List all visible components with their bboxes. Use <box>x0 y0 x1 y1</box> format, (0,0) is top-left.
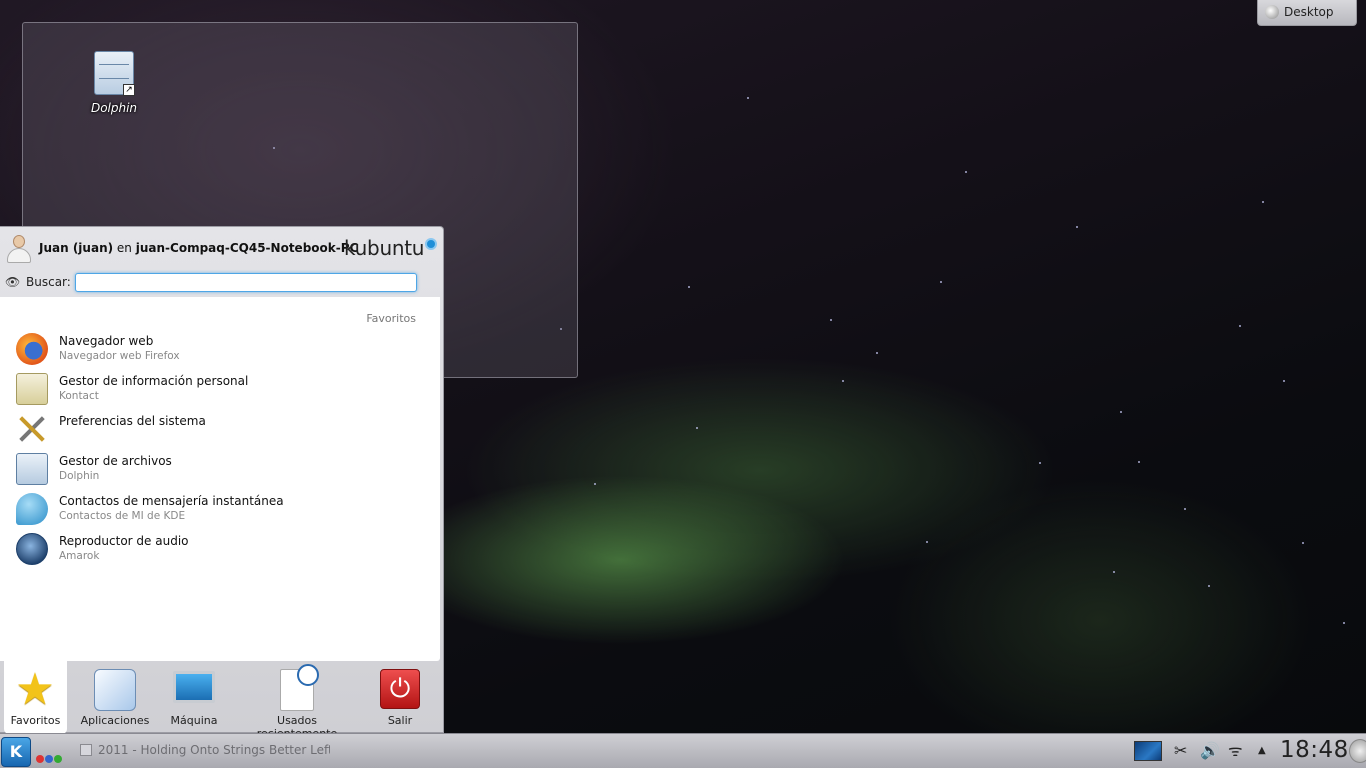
kontact-icon <box>16 373 48 405</box>
item-subtitle: Kontact <box>59 390 99 402</box>
kubuntu-logo: kubuntu <box>344 236 425 260</box>
activity-dot <box>36 755 44 763</box>
list-item-kontact[interactable]: Gestor de información personal Kontact <box>0 370 440 410</box>
tab-label: Favoritos <box>10 714 61 727</box>
item-title: Gestor de archivos <box>59 454 172 468</box>
binoculars-icon: 👁 <box>5 275 21 289</box>
clock[interactable]: 18:48 <box>1280 737 1349 763</box>
taskbar-item[interactable]: 2011 - Holding Onto Strings Better Left … <box>80 743 330 757</box>
dolphin-icon <box>16 453 48 485</box>
item-subtitle: Amarok <box>59 550 100 562</box>
power-icon: ⏻ <box>380 669 420 709</box>
kubuntu-logo-icon <box>425 238 437 250</box>
item-subtitle: Dolphin <box>59 470 100 482</box>
tab-usados-recientemente[interactable]: Usados recientemente <box>238 661 356 740</box>
section-heading: Favoritos <box>366 312 416 325</box>
dolphin-icon: ↗ <box>94 51 135 96</box>
user-avatar <box>5 233 33 265</box>
item-title: Navegador web <box>59 334 154 348</box>
list-item-navegador-web[interactable]: Navegador web Navegador web Firefox <box>0 330 440 370</box>
item-title: Contactos de mensajería instantánea <box>59 494 284 508</box>
kickoff-header: Juan (juan) en juan-Compaq-CQ45-Notebook… <box>0 227 444 297</box>
tab-salir[interactable]: ⏻ Salir <box>370 661 430 734</box>
window-icon <box>80 744 92 756</box>
application-launcher-button[interactable]: K <box>1 737 31 767</box>
desktop-icon-label: Dolphin <box>90 101 138 115</box>
activity-dot <box>45 755 53 763</box>
tab-favoritos[interactable]: ★ Favoritos <box>4 661 67 734</box>
search-label: Buscar: <box>26 275 71 289</box>
desktop-toolbox-label: Desktop <box>1284 5 1334 19</box>
amarok-icon <box>16 533 48 565</box>
kopete-icon <box>16 493 48 525</box>
taskbar-item-title: 2011 - Holding Onto Strings Better Left … <box>98 743 330 757</box>
host-name: juan-Compaq-CQ45-Notebook-PC <box>135 241 359 255</box>
item-subtitle: Contactos de MI de KDE <box>59 510 186 522</box>
item-subtitle: Navegador web Firefox <box>59 350 180 362</box>
tab-label: Aplicaciones <box>80 714 150 727</box>
tray-expander-icon[interactable]: ▲ <box>1258 741 1266 761</box>
item-title: Preferencias del sistema <box>59 414 206 428</box>
activity-manager[interactable] <box>36 748 63 767</box>
firefox-icon <box>16 333 48 365</box>
tab-label: Salir <box>387 714 413 727</box>
item-title: Reproductor de audio <box>59 534 189 548</box>
list-item-amarok[interactable]: Reproductor de audio Amarok <box>0 530 440 570</box>
list-item-dolphin[interactable]: Gestor de archivos Dolphin <box>0 450 440 490</box>
volume-icon[interactable]: 🔊 <box>1200 741 1220 761</box>
item-title: Gestor de información personal <box>59 374 249 388</box>
display-icon[interactable] <box>1134 741 1162 761</box>
desktop-toolbox-icon <box>1265 5 1279 19</box>
list-item-kopete[interactable]: Contactos de mensajería instantánea Cont… <box>0 490 440 530</box>
star-icon: ★ <box>15 664 55 715</box>
recent-icon <box>280 664 319 711</box>
desktop-icon-dolphin[interactable]: ↗ Dolphin <box>79 51 149 115</box>
scissors-icon[interactable]: ✂ <box>1174 741 1187 761</box>
wifi-icon[interactable]: ᯤ <box>1228 741 1243 761</box>
tab-label: Máquina <box>170 714 218 727</box>
clock-icon <box>297 664 319 686</box>
kickoff-tabs: ★ Favoritos Aplicaciones Máquina Usados … <box>0 661 444 740</box>
user-name: Juan (juan) <box>39 241 114 255</box>
shortcut-arrow-icon: ↗ <box>123 84 135 96</box>
kickoff-content: Favoritos Navegador web Navegador web Fi… <box>0 297 440 661</box>
computer-icon <box>173 671 215 703</box>
panel-toolbox-icon[interactable] <box>1349 739 1366 763</box>
user-info: Juan (juan) en juan-Compaq-CQ45-Notebook… <box>39 241 358 255</box>
system-settings-icon <box>16 413 48 445</box>
taskbar-panel: K 2011 - Holding Onto Strings Better Lef… <box>0 733 1366 768</box>
applications-icon <box>94 669 136 711</box>
desktop-toolbox-button[interactable]: Desktop <box>1257 0 1357 26</box>
tab-maquina[interactable]: Máquina <box>165 661 223 734</box>
user-connector: en <box>116 241 132 255</box>
search-input[interactable] <box>75 273 417 292</box>
list-item-system-settings[interactable]: Preferencias del sistema <box>0 410 440 450</box>
kickoff-menu: Juan (juan) en juan-Compaq-CQ45-Notebook… <box>0 226 444 740</box>
activity-dot <box>54 755 62 763</box>
tab-aplicaciones[interactable]: Aplicaciones <box>80 661 150 734</box>
favorites-list: Navegador web Navegador web Firefox Gest… <box>0 330 440 570</box>
